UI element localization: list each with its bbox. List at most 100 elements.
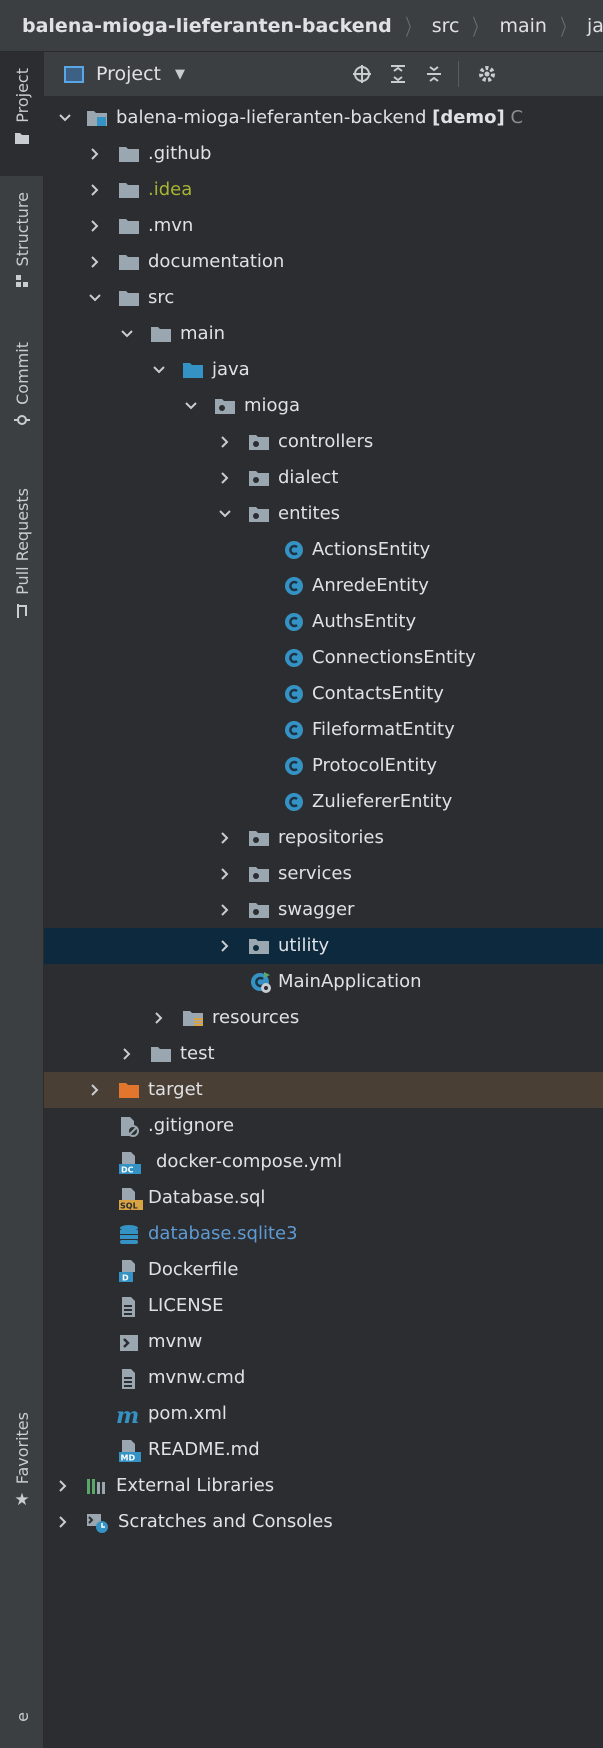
tree-row-database-sql[interactable]: SQL Database.sql — [44, 1180, 603, 1216]
tree-row-pom[interactable]: m pom.xml — [44, 1396, 603, 1432]
tree-row-database-sqlite[interactable]: database.sqlite3 — [44, 1216, 603, 1252]
commit-icon — [14, 413, 30, 430]
tree-row-documentation[interactable]: documentation — [44, 244, 603, 280]
stripe-project-button[interactable]: Project — [0, 52, 44, 176]
chevron-down-icon[interactable] — [184, 399, 198, 413]
tree-row-entites[interactable]: entites — [44, 496, 603, 532]
svg-text:MD: MD — [121, 1454, 136, 1463]
dockerfile-icon: D — [118, 1260, 140, 1283]
text-file-icon — [118, 1368, 140, 1389]
folder-icon — [118, 252, 140, 272]
tree-row-class[interactable]: AuthsEntity — [44, 604, 603, 640]
tree-row-controllers[interactable]: controllers — [44, 424, 603, 460]
locate-file-icon[interactable] — [344, 60, 380, 89]
tree-row-class[interactable]: FileformatEntity — [44, 712, 603, 748]
source-folder-icon — [182, 360, 204, 380]
chevron-down-icon[interactable] — [218, 507, 232, 521]
tree-row-class[interactable]: ZuliefererEntity — [44, 784, 603, 820]
chevron-right-icon[interactable] — [56, 1515, 70, 1529]
breadcrumb-main[interactable]: main — [500, 15, 547, 37]
tree-row-class[interactable]: AnredeEntity — [44, 568, 603, 604]
chevron-right-icon[interactable] — [218, 867, 232, 881]
tree-row-scratches[interactable]: Scratches and Consoles — [44, 1504, 603, 1540]
tree-row-gitignore[interactable]: .gitignore — [44, 1108, 603, 1144]
chevron-right-icon[interactable] — [218, 471, 232, 485]
folder-icon — [14, 131, 30, 148]
chevron-down-icon[interactable] — [58, 111, 72, 125]
gear-icon[interactable] — [469, 60, 505, 89]
tree-row-mvn[interactable]: .mvn — [44, 208, 603, 244]
stripe-favorites-button[interactable]: Favorites ★ — [0, 1412, 44, 1552]
chevron-right-icon[interactable] — [56, 1479, 70, 1493]
chevron-down-icon[interactable] — [120, 327, 134, 341]
tree-row-main[interactable]: main — [44, 316, 603, 352]
stripe-commit-button[interactable]: Commit — [0, 342, 44, 452]
breadcrumb-project[interactable]: balena-mioga-lieferanten-backend — [22, 15, 392, 37]
chevron-down-icon[interactable] — [88, 291, 102, 305]
tree-row-mvnw-cmd[interactable]: mvnw.cmd — [44, 1360, 603, 1396]
tree-row-class[interactable]: ProtocolEntity — [44, 748, 603, 784]
tree-row-swagger[interactable]: swagger — [44, 892, 603, 928]
chevron-right-icon[interactable] — [88, 219, 102, 233]
folder-icon — [118, 180, 140, 200]
tree-row-dialect[interactable]: dialect — [44, 460, 603, 496]
tree-row-class[interactable]: ConnectionsEntity — [44, 640, 603, 676]
expand-all-icon[interactable] — [380, 60, 416, 89]
tree-row-external-libraries[interactable]: External Libraries — [44, 1468, 603, 1504]
tree-row-src[interactable]: src — [44, 280, 603, 316]
tree-label: main — [180, 323, 225, 344]
tree-label: .mvn — [148, 215, 194, 236]
breadcrumb-java[interactable]: ja — [587, 15, 603, 37]
tree-row-github[interactable]: .github — [44, 136, 603, 172]
collapse-all-icon[interactable] — [416, 60, 452, 89]
class-icon — [284, 612, 306, 632]
tree-row-class[interactable]: ContactsEntity — [44, 676, 603, 712]
tree-row-license[interactable]: LICENSE — [44, 1288, 603, 1324]
tree-row-mioga[interactable]: mioga — [44, 388, 603, 424]
tree-row-readme[interactable]: MD README.md — [44, 1432, 603, 1468]
chevron-right-icon[interactable] — [218, 831, 232, 845]
package-icon — [248, 936, 270, 956]
package-icon — [214, 396, 236, 416]
chevron-right-icon[interactable] — [152, 1011, 166, 1025]
stripe-structure-button[interactable]: Structure — [0, 192, 44, 316]
tree-row-class[interactable]: ActionsEntity — [44, 532, 603, 568]
package-icon — [248, 828, 270, 848]
chevron-right-icon[interactable] — [88, 1083, 102, 1097]
tree-row-java[interactable]: java — [44, 352, 603, 388]
stripe-pull-requests-button[interactable]: Pull Requests — [0, 488, 44, 668]
tree-row-mvnw[interactable]: mvnw — [44, 1324, 603, 1360]
tree-row-main-application[interactable]: MainApplication — [44, 964, 603, 1000]
resources-folder-icon — [182, 1008, 204, 1028]
class-icon — [284, 576, 306, 596]
tree-label: ConnectionsEntity — [312, 647, 476, 668]
breadcrumb-src[interactable]: src — [432, 15, 460, 37]
tree-label: README.md — [148, 1439, 260, 1460]
tree-row-utility[interactable]: utility — [44, 928, 603, 964]
tree-row-dockerfile[interactable]: D Dockerfile — [44, 1252, 603, 1288]
folder-icon — [150, 324, 172, 344]
chevron-right-icon[interactable] — [218, 903, 232, 917]
tree-row-services[interactable]: services — [44, 856, 603, 892]
tree-row-docker-compose[interactable]: DC docker-compose.yml — [44, 1144, 603, 1180]
chevron-right-icon[interactable] — [88, 147, 102, 161]
tree-row-target[interactable]: target — [44, 1072, 603, 1108]
chevron-right-icon[interactable] — [88, 255, 102, 269]
tree-row-idea[interactable]: .idea — [44, 172, 603, 208]
chevron-right-icon[interactable] — [218, 939, 232, 953]
chevron-down-icon[interactable] — [152, 363, 166, 377]
dropdown-caret-icon: ▼ — [175, 66, 186, 82]
chevron-right-icon[interactable] — [88, 183, 102, 197]
svg-text:m: m — [116, 1404, 139, 1426]
chevron-right-icon[interactable] — [218, 435, 232, 449]
tree-row-repositories[interactable]: repositories — [44, 820, 603, 856]
stripe-favorites-label: Favorites — [12, 1412, 32, 1485]
stripe-bottom-button[interactable]: e — [0, 1712, 44, 1748]
tree-row-resources[interactable]: resources — [44, 1000, 603, 1036]
navigation-breadcrumb: balena-mioga-lieferanten-backend 〉 src 〉… — [0, 0, 603, 52]
project-view-selector[interactable]: Project ▼ — [64, 63, 185, 85]
tree-row-root[interactable]: balena-mioga-lieferanten-backend [demo] … — [44, 100, 603, 136]
chevron-right-icon[interactable] — [120, 1047, 134, 1061]
tree-row-test[interactable]: test — [44, 1036, 603, 1072]
project-tree: balena-mioga-lieferanten-backend [demo] … — [44, 96, 603, 1748]
